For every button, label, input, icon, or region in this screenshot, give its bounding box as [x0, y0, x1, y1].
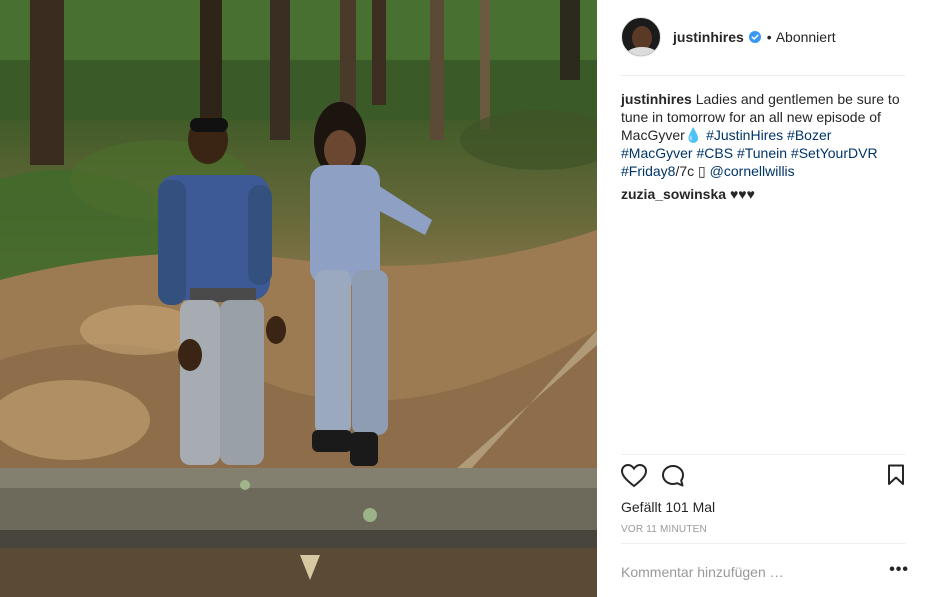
- actions-divider: [621, 454, 906, 455]
- more-options-button[interactable]: •••: [889, 562, 909, 578]
- post-header: justinhires • Abonniert: [621, 17, 836, 57]
- follow-status-button[interactable]: Abonniert: [776, 29, 836, 45]
- hashtag-link[interactable]: #Bozer: [787, 127, 831, 143]
- unknown-glyph: ▯: [698, 163, 706, 179]
- hashtag-link[interactable]: #Friday8: [621, 163, 675, 179]
- comment-item: zuzia_sowinska ♥♥♥: [621, 185, 901, 203]
- post-photo[interactable]: [0, 0, 597, 597]
- verified-badge-icon: [748, 31, 761, 43]
- instagram-post: justinhires • Abonniert justinhires Ladi…: [0, 0, 930, 597]
- hashtag-link[interactable]: #Tunein: [737, 145, 787, 161]
- add-comment-input[interactable]: [621, 561, 871, 583]
- caption-text-after: /7c: [675, 163, 699, 179]
- speech-bubble-icon[interactable]: [661, 464, 685, 488]
- post-timestamp[interactable]: VOR 11 MINUTEN: [621, 524, 707, 535]
- hashtag-link[interactable]: #CBS: [696, 145, 733, 161]
- author-username[interactable]: justinhires: [673, 29, 744, 45]
- post-side-panel: justinhires • Abonniert justinhires Ladi…: [597, 0, 930, 597]
- hashtag-link[interactable]: #MacGyver: [621, 145, 693, 161]
- hashtag-link[interactable]: #SetYourDVR: [791, 145, 878, 161]
- comment-username[interactable]: zuzia_sowinska: [621, 186, 726, 202]
- comment-divider: [621, 543, 906, 544]
- bookmark-icon[interactable]: [887, 464, 905, 486]
- add-comment-row: •••: [621, 561, 909, 585]
- header-separator: •: [766, 29, 772, 45]
- comment-text: ♥♥♥: [729, 186, 755, 202]
- heart-outline-icon[interactable]: [621, 464, 647, 488]
- likes-count[interactable]: Gefällt 101 Mal: [621, 499, 715, 515]
- comments-list: justinhires Ladies and gentlemen be sure…: [621, 90, 901, 208]
- mention-link[interactable]: @cornellwillis: [710, 163, 795, 179]
- forest-scene-image: [0, 0, 597, 597]
- caption-username[interactable]: justinhires: [621, 91, 692, 107]
- header-divider: [621, 75, 906, 76]
- action-bar: [621, 464, 909, 490]
- caption: justinhires Ladies and gentlemen be sure…: [621, 90, 901, 180]
- hashtag-link[interactable]: #JustinHires: [706, 127, 783, 143]
- author-avatar[interactable]: [621, 17, 661, 57]
